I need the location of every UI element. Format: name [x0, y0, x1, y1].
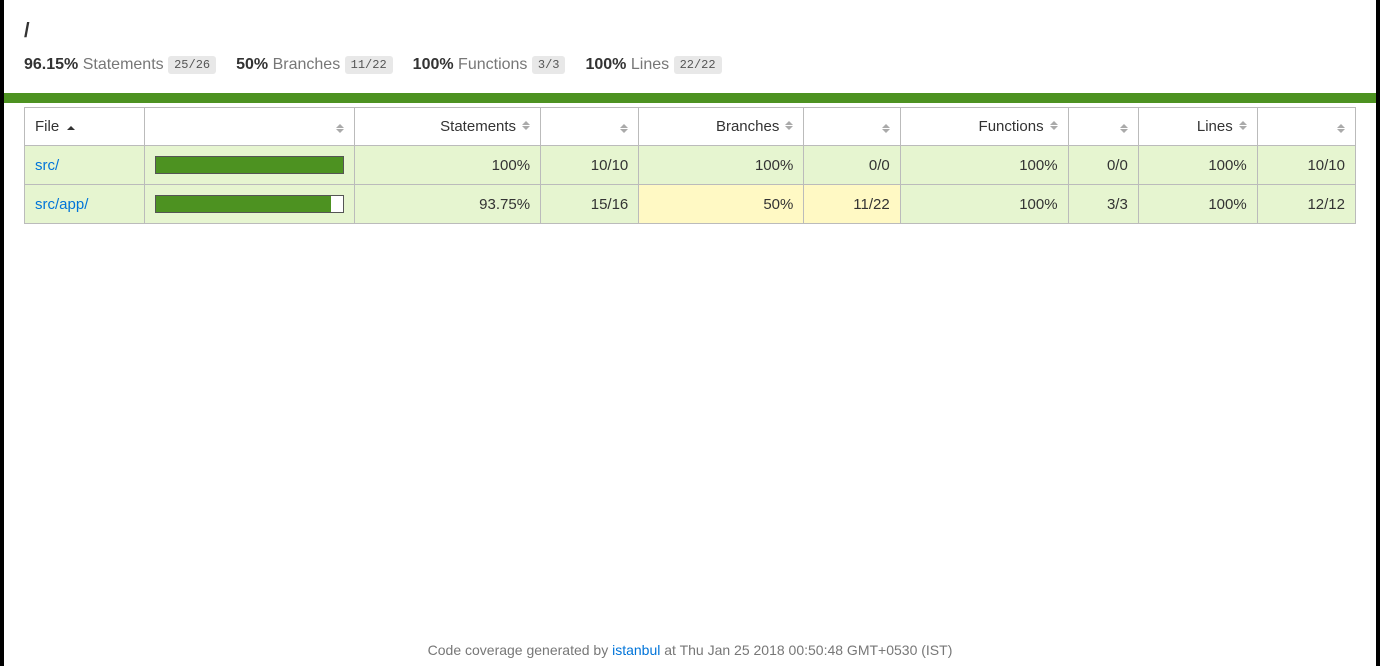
summary-branches: 50% Branches 11/22 — [236, 53, 393, 77]
sort-icon — [882, 124, 890, 133]
sort-icon — [336, 124, 344, 133]
footer: Code coverage generated by istanbul at T… — [4, 642, 1376, 658]
summary-lines-fraction: 22/22 — [674, 56, 722, 74]
file-cell: src/app/ — [25, 185, 145, 224]
col-lines-abs[interactable] — [1257, 108, 1355, 146]
col-file[interactable]: File — [25, 108, 145, 146]
page-title: / — [24, 20, 1356, 43]
statements-pct: 100% — [355, 146, 541, 185]
col-functions-label: Functions — [979, 118, 1044, 135]
branches-abs: 0/0 — [804, 146, 900, 185]
functions-abs: 3/3 — [1068, 185, 1138, 224]
col-pic[interactable] — [145, 108, 355, 146]
coverage-bar-cell — [145, 185, 355, 224]
coverage-bar-cell — [145, 146, 355, 185]
footer-prefix: Code coverage generated by — [428, 642, 612, 658]
lines-pct: 100% — [1138, 185, 1257, 224]
coverage-bar-fill — [156, 157, 343, 173]
sort-icon — [620, 124, 628, 133]
col-lines[interactable]: Lines — [1138, 108, 1257, 146]
footer-suffix: at Thu Jan 25 2018 00:50:48 GMT+0530 (IS… — [660, 642, 952, 658]
lines-abs: 12/12 — [1257, 185, 1355, 224]
functions-pct: 100% — [900, 146, 1068, 185]
summary-functions-pct: 100% — [413, 56, 454, 73]
statements-abs: 15/16 — [541, 185, 639, 224]
sort-icon — [522, 121, 530, 130]
summary-branches-label: Branches — [273, 56, 341, 73]
sort-icon — [1120, 124, 1128, 133]
sort-icon — [1239, 121, 1247, 130]
col-statements-label: Statements — [440, 118, 516, 135]
status-bar — [4, 93, 1376, 103]
col-branches-label: Branches — [716, 118, 779, 135]
coverage-bar-fill — [156, 196, 331, 212]
summary-statements-pct: 96.15% — [24, 56, 78, 73]
branches-pct: 100% — [639, 146, 804, 185]
col-file-label: File — [35, 118, 59, 135]
footer-link[interactable]: istanbul — [612, 642, 660, 658]
sort-icon — [67, 126, 75, 131]
col-statements-abs[interactable] — [541, 108, 639, 146]
statements-pct: 93.75% — [355, 185, 541, 224]
coverage-table: File Statements — [24, 107, 1356, 224]
summary-functions-fraction: 3/3 — [532, 56, 566, 74]
branches-pct: 50% — [639, 185, 804, 224]
file-link[interactable]: src/app/ — [35, 196, 88, 213]
summary-lines-pct: 100% — [585, 56, 626, 73]
col-lines-label: Lines — [1197, 118, 1233, 135]
summary-statements: 96.15% Statements 25/26 — [24, 53, 216, 77]
table-row: src/app/93.75%15/1650%11/22100%3/3100%12… — [25, 185, 1356, 224]
summary-statements-label: Statements — [83, 56, 164, 73]
col-statements[interactable]: Statements — [355, 108, 541, 146]
file-link[interactable]: src/ — [35, 157, 59, 174]
coverage-bar — [155, 156, 344, 174]
summary-functions-label: Functions — [458, 56, 527, 73]
col-branches[interactable]: Branches — [639, 108, 804, 146]
col-branches-abs[interactable] — [804, 108, 900, 146]
sort-icon — [1337, 124, 1345, 133]
table-row: src/100%10/10100%0/0100%0/0100%10/10 — [25, 146, 1356, 185]
branches-abs: 11/22 — [804, 185, 900, 224]
summary-lines-label: Lines — [631, 56, 669, 73]
statements-abs: 10/10 — [541, 146, 639, 185]
functions-pct: 100% — [900, 185, 1068, 224]
summary-functions: 100% Functions 3/3 — [413, 53, 566, 77]
file-cell: src/ — [25, 146, 145, 185]
lines-abs: 10/10 — [1257, 146, 1355, 185]
summary-lines: 100% Lines 22/22 — [585, 53, 721, 77]
coverage-bar — [155, 195, 344, 213]
functions-abs: 0/0 — [1068, 146, 1138, 185]
summary-statements-fraction: 25/26 — [168, 56, 216, 74]
sort-icon — [1050, 121, 1058, 130]
lines-pct: 100% — [1138, 146, 1257, 185]
col-functions[interactable]: Functions — [900, 108, 1068, 146]
summary-branches-pct: 50% — [236, 56, 268, 73]
sort-icon — [785, 121, 793, 130]
col-functions-abs[interactable] — [1068, 108, 1138, 146]
summary-branches-fraction: 11/22 — [345, 56, 393, 74]
